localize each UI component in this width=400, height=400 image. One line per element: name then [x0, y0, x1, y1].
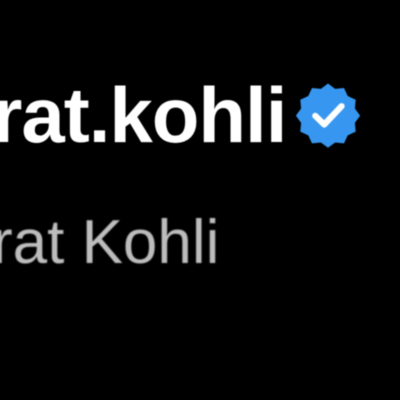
username-row: rat.kohli — [0, 76, 362, 154]
display-name: rat Kohli — [0, 208, 220, 277]
username: rat.kohli — [0, 71, 287, 159]
verified-badge-icon — [294, 81, 362, 149]
profile-header: rat.kohli rat Kohli — [0, 0, 400, 400]
